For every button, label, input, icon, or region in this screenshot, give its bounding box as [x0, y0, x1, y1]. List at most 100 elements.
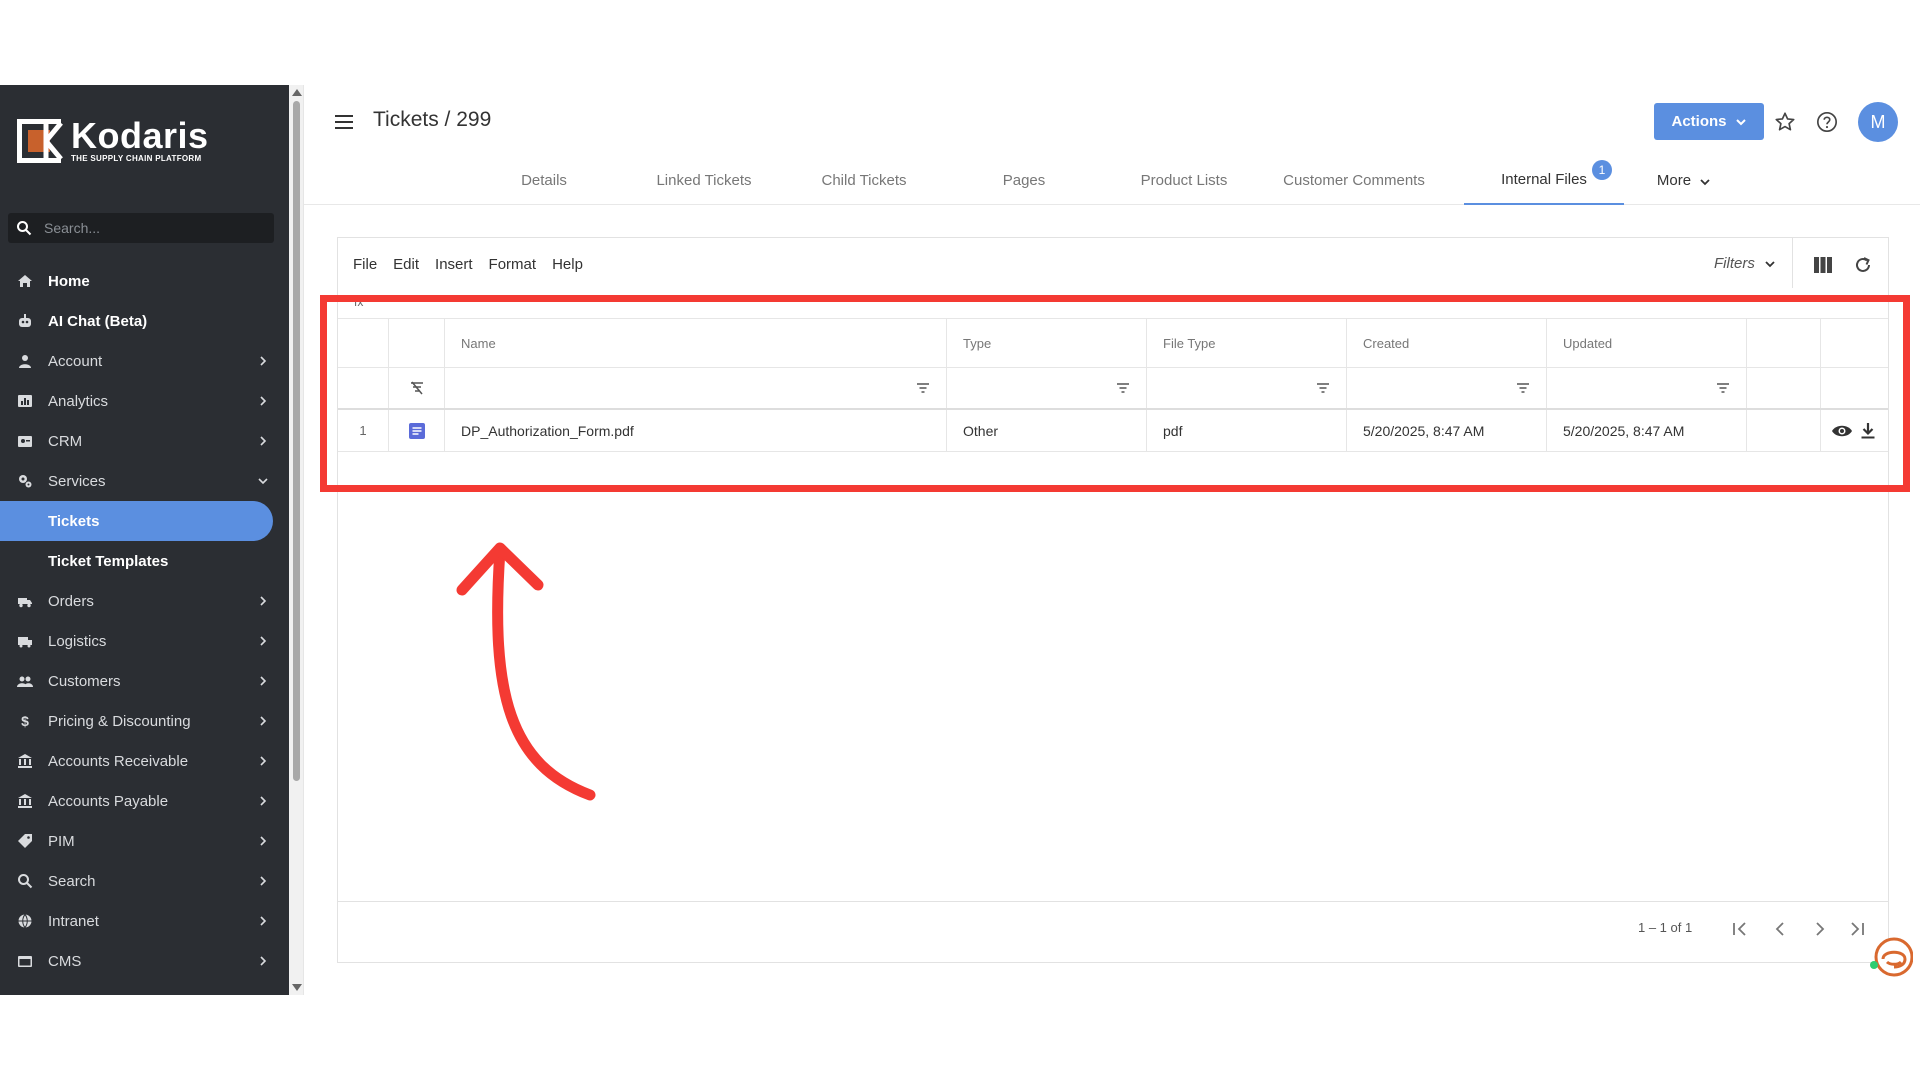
sidebar-item-analytics[interactable]: Analytics [0, 381, 289, 421]
refresh-icon[interactable] [1853, 255, 1873, 275]
sidebar-item-accounts-receivable[interactable]: Accounts Receivable [0, 741, 289, 781]
first-page-icon[interactable] [1731, 920, 1749, 938]
last-page-icon[interactable] [1848, 920, 1866, 938]
sidebar-item-label: Orders [48, 592, 94, 610]
tab-count-badge: 1 [1592, 160, 1612, 180]
kodaris-logo[interactable]: Kodaris THE SUPPLY CHAIN PLATFORM [17, 118, 209, 163]
help-icon[interactable] [1816, 111, 1838, 133]
sidebar-item-accounts-payable[interactable]: Accounts Payable [0, 781, 289, 821]
chevron-right-icon [260, 716, 267, 726]
sidebar-item-pricing[interactable]: $ Pricing & Discounting [0, 701, 289, 741]
tab-bar: Details Linked Tickets Child Tickets Pag… [304, 155, 1920, 205]
chevron-right-icon [260, 756, 267, 766]
filters-button[interactable]: Filters [1714, 255, 1777, 272]
tag-icon [18, 834, 32, 848]
menu-format[interactable]: Format [489, 256, 537, 273]
cell-type: Other [947, 410, 1147, 451]
chevron-down-icon [258, 478, 268, 485]
tab-linked-tickets[interactable]: Linked Tickets [624, 155, 784, 205]
toolbar-divider [1792, 238, 1793, 288]
menu-insert[interactable]: Insert [435, 256, 473, 273]
document-icon [408, 422, 425, 439]
scroll-up-icon[interactable] [292, 89, 302, 96]
tab-label: Linked Tickets [656, 171, 752, 189]
filter-created[interactable] [1347, 368, 1547, 408]
sidebar-item-search[interactable]: Search [0, 861, 289, 901]
menu-edit[interactable]: Edit [393, 256, 419, 273]
sidebar-item-ticket-templates[interactable]: Ticket Templates [0, 541, 289, 581]
column-header-type[interactable]: Type [947, 319, 1147, 367]
filter-type[interactable] [947, 368, 1147, 408]
formula-label: fx [354, 295, 364, 309]
actions-button[interactable]: Actions [1654, 103, 1764, 140]
row-number: 1 [338, 410, 389, 451]
chevron-right-icon [260, 636, 267, 646]
cell-file-type: pdf [1147, 410, 1347, 451]
cell-name[interactable]: DP_Authorization_Form.pdf [445, 410, 947, 451]
sidebar-search[interactable] [8, 213, 274, 243]
user-icon [19, 355, 31, 368]
sidebar-item-account[interactable]: Account [0, 341, 289, 381]
column-header-file-type[interactable]: File Type [1147, 319, 1347, 367]
sidebar-item-ai-chat[interactable]: AI Chat (Beta) [0, 301, 289, 341]
filter-file-type[interactable] [1147, 368, 1347, 408]
grid-footer-divider [338, 901, 1888, 902]
sidebar-item-home[interactable]: Home [0, 261, 289, 301]
scroll-down-icon[interactable] [292, 984, 302, 991]
sidebar-item-customers[interactable]: Customers [0, 661, 289, 701]
sidebar-item-label: CMS [48, 952, 82, 970]
clear-filters-button[interactable] [389, 368, 445, 408]
star-icon[interactable] [1774, 111, 1796, 133]
tab-internal-files[interactable]: Internal Files 1 [1464, 155, 1624, 205]
column-header-created[interactable]: Created [1347, 319, 1547, 367]
sidebar-item-tickets[interactable]: Tickets [0, 501, 273, 541]
hamburger-menu-icon[interactable] [332, 110, 356, 134]
row-number-header [338, 319, 389, 367]
filter-icon [1317, 383, 1329, 393]
scrollbar-thumb[interactable] [293, 101, 300, 781]
truck-icon [18, 598, 32, 608]
tab-more[interactable]: More [1634, 155, 1734, 205]
sidebar-item-orders[interactable]: Orders [0, 581, 289, 621]
file-icon-cell [389, 410, 445, 451]
eye-icon[interactable] [1831, 423, 1853, 439]
sidebar-search-input[interactable] [44, 220, 244, 236]
menu-help[interactable]: Help [552, 256, 583, 273]
tab-child-tickets[interactable]: Child Tickets [784, 155, 944, 205]
row-actions [1821, 410, 1888, 451]
sidebar-scrollbar[interactable] [289, 85, 304, 995]
sidebar-item-logistics[interactable]: Logistics [0, 621, 289, 661]
sidebar-item-services[interactable]: Services [0, 461, 289, 501]
chevron-down-icon [1765, 260, 1775, 267]
cell-empty [1747, 410, 1821, 451]
users-icon [17, 676, 33, 687]
sidebar-item-label: Search [48, 872, 96, 890]
download-icon[interactable] [1860, 422, 1876, 440]
table-row[interactable]: 1 DP_Authorization_Form.pdf Other pdf 5/… [338, 410, 1888, 452]
next-page-icon[interactable] [1811, 920, 1829, 938]
sidebar-nav: Home AI Chat (Beta) Account Analytics CR… [0, 261, 289, 981]
tab-label: Product Lists [1140, 171, 1228, 189]
columns-icon[interactable] [1813, 256, 1833, 274]
grid-filter-row [338, 368, 1888, 410]
sidebar-item-crm[interactable]: CRM [0, 421, 289, 461]
tab-pages[interactable]: Pages [944, 155, 1104, 205]
sidebar-item-intranet[interactable]: Intranet [0, 901, 289, 941]
previous-page-icon[interactable] [1771, 920, 1789, 938]
column-header-updated[interactable]: Updated [1547, 319, 1747, 367]
sidebar-item-label: PIM [48, 832, 75, 850]
filter-updated[interactable] [1547, 368, 1747, 408]
chat-support-icon[interactable] [1869, 935, 1913, 979]
cell-updated: 5/20/2025, 8:47 AM [1547, 410, 1747, 451]
avatar[interactable]: M [1858, 102, 1898, 142]
tab-product-lists[interactable]: Product Lists [1104, 155, 1264, 205]
sidebar-item-label: Ticket Templates [48, 552, 169, 570]
tab-label: Customer Comments [1283, 171, 1425, 189]
tab-customer-comments[interactable]: Customer Comments [1264, 155, 1444, 205]
filter-name[interactable] [445, 368, 947, 408]
tab-details[interactable]: Details [464, 155, 624, 205]
sidebar-item-cms[interactable]: CMS [0, 941, 289, 981]
column-header-name[interactable]: Name [445, 319, 947, 367]
menu-file[interactable]: File [353, 256, 377, 273]
sidebar-item-pim[interactable]: PIM [0, 821, 289, 861]
